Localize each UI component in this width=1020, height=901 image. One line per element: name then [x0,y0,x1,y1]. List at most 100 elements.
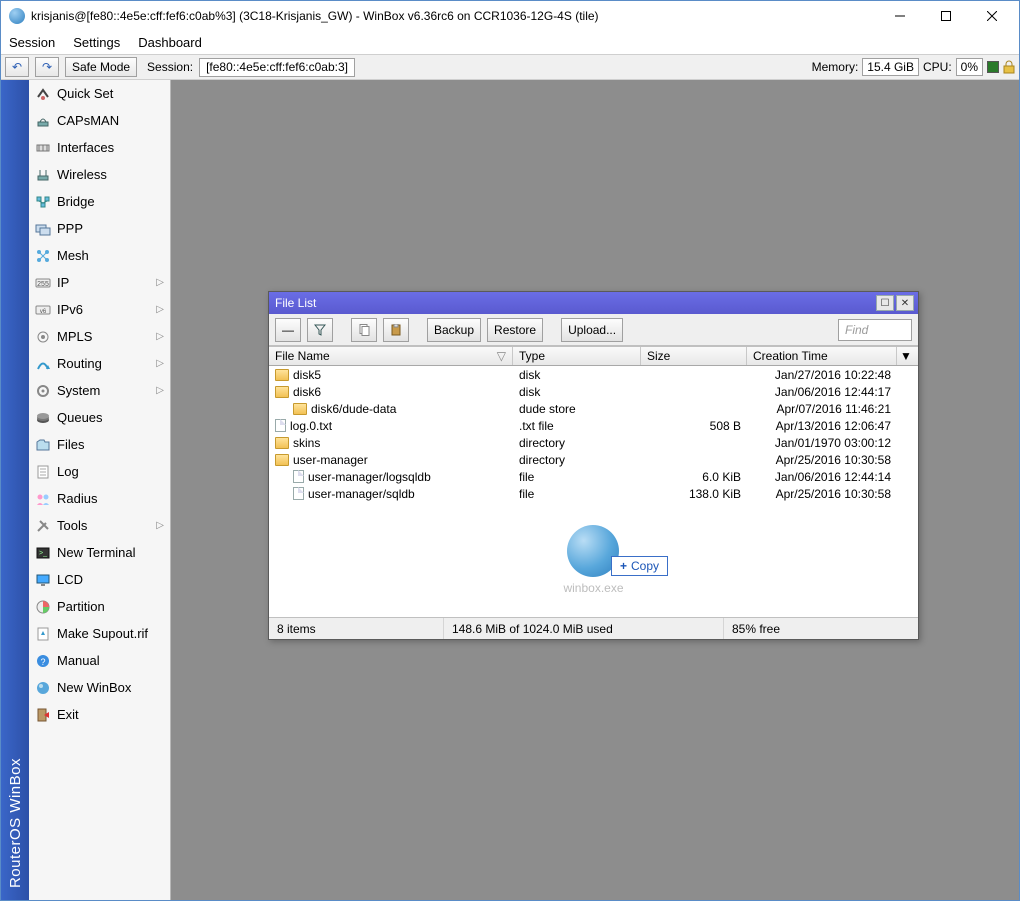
file-list-close-button[interactable]: ✕ [896,295,914,311]
left-rail: RouterOS WinBox [1,80,29,900]
sidebar-item-new-winbox[interactable]: New WinBox [29,674,170,701]
upload-button[interactable]: Upload... [561,318,623,342]
status-items: 8 items [269,618,444,639]
manual-icon: ? [35,653,51,669]
file-icon [293,487,304,500]
file-type: file [513,487,641,501]
minimize-button[interactable] [877,1,923,31]
sidebar-item-log[interactable]: Log [29,458,170,485]
menu-dashboard[interactable]: Dashboard [138,35,202,50]
sidebar-item-mesh[interactable]: Mesh [29,242,170,269]
sidebar-item-tools[interactable]: Tools▷ [29,512,170,539]
paste-button[interactable] [383,318,409,342]
sidebar-item-label: Tools [57,518,87,533]
terminal-icon: >_ [35,545,51,561]
sidebar-item-mpls[interactable]: MPLS▷ [29,323,170,350]
file-list-statusbar: 8 items 148.6 MiB of 1024.0 MiB used 85%… [269,617,918,639]
session-label: Session: [147,60,193,74]
col-size[interactable]: Size [641,347,747,365]
file-name: user-manager/sqldb [308,487,415,501]
file-icon [275,419,286,432]
file-list-window: File List ☐ ✕ — Backup Restore Upload...… [268,291,919,640]
drop-area[interactable]: winbox.exe +Copy [269,502,918,617]
sidebar-item-wireless[interactable]: Wireless [29,161,170,188]
folder-icon [275,369,289,381]
file-row[interactable]: disk6diskJan/06/2016 12:44:17 [269,383,918,400]
sidebar-item-label: Make Supout.rif [57,626,148,641]
lcd-icon [35,572,51,588]
close-button[interactable] [969,1,1015,31]
folder-icon [275,454,289,466]
menu-settings[interactable]: Settings [73,35,120,50]
system-icon [35,383,51,399]
find-input[interactable]: Find [838,319,912,341]
sidebar-item-system[interactable]: System▷ [29,377,170,404]
radius-icon [35,491,51,507]
sidebar-item-label: MPLS [57,329,92,344]
sidebar-item-label: Quick Set [57,86,113,101]
file-row[interactable]: disk5diskJan/27/2016 10:22:48 [269,366,918,383]
restore-button[interactable]: Restore [487,318,543,342]
col-time[interactable]: Creation Time [747,347,897,365]
sidebar-item-ppp[interactable]: PPP [29,215,170,242]
safe-mode-button[interactable]: Safe Mode [65,57,137,77]
file-row[interactable]: user-managerdirectoryApr/25/2016 10:30:5… [269,451,918,468]
sidebar-item-label: IPv6 [57,302,83,317]
file-type: .txt file [513,419,641,433]
winbox-icon [35,680,51,696]
sidebar-item-make-supout-rif[interactable]: Make Supout.rif [29,620,170,647]
sidebar-item-label: Exit [57,707,79,722]
svg-text:?: ? [40,657,45,667]
sidebar-item-radius[interactable]: Radius [29,485,170,512]
menu-session[interactable]: Session [9,35,55,50]
tools-icon [35,518,51,534]
col-filename[interactable]: File Name▽ [269,347,513,365]
file-time: Apr/07/2016 11:46:21 [747,402,897,416]
sidebar-item-ip[interactable]: 255IP▷ [29,269,170,296]
file-name: disk6 [293,385,321,399]
toolbar: ↶ ↷ Safe Mode Session: [fe80::4e5e:cff:f… [1,54,1019,80]
drop-filename: winbox.exe [563,581,623,595]
sidebar-item-lcd[interactable]: LCD [29,566,170,593]
sidebar-item-bridge[interactable]: Bridge [29,188,170,215]
redo-button[interactable]: ↷ [35,57,59,77]
file-name: user-manager/logsqldb [308,470,431,484]
sidebar-item-label: IP [57,275,69,290]
file-size: 6.0 KiB [641,470,747,484]
file-list-maximize-button[interactable]: ☐ [876,295,894,311]
file-type: directory [513,436,641,450]
file-list-titlebar[interactable]: File List ☐ ✕ [269,292,918,314]
file-row[interactable]: disk6/dude-datadude storeApr/07/2016 11:… [269,400,918,417]
file-name: disk5 [293,368,321,382]
mesh-icon [35,248,51,264]
sidebar-item-queues[interactable]: Queues [29,404,170,431]
sidebar-item-quick-set[interactable]: Quick Set [29,80,170,107]
status-used: 148.6 MiB of 1024.0 MiB used [444,618,724,639]
sidebar-item-capsman[interactable]: CAPsMAN [29,107,170,134]
file-row[interactable]: user-manager/sqldbfile138.0 KiBApr/25/20… [269,485,918,502]
file-row[interactable]: user-manager/logsqldbfile6.0 KiBJan/06/2… [269,468,918,485]
file-row[interactable]: log.0.txt.txt file508 BApr/13/2016 12:06… [269,417,918,434]
window-title: krisjanis@[fe80::4e5e:cff:fef6:c0ab%3] (… [31,9,877,23]
sidebar-item-partition[interactable]: Partition [29,593,170,620]
sidebar-item-ipv6[interactable]: v6IPv6▷ [29,296,170,323]
copy-button[interactable] [351,318,377,342]
file-row[interactable]: skinsdirectoryJan/01/1970 03:00:12 [269,434,918,451]
col-menu-button[interactable]: ▼ [897,347,915,365]
backup-button[interactable]: Backup [427,318,481,342]
sidebar-item-manual[interactable]: ?Manual [29,647,170,674]
sidebar-item-exit[interactable]: Exit [29,701,170,728]
supout-icon [35,626,51,642]
maximize-button[interactable] [923,1,969,31]
col-type[interactable]: Type [513,347,641,365]
file-size: 138.0 KiB [641,487,747,501]
submenu-indicator-icon: ▷ [156,304,164,315]
sidebar-item-interfaces[interactable]: Interfaces [29,134,170,161]
undo-button[interactable]: ↶ [5,57,29,77]
remove-button[interactable]: — [275,318,301,342]
sidebar-item-routing[interactable]: Routing▷ [29,350,170,377]
sidebar-item-new-terminal[interactable]: >_New Terminal [29,539,170,566]
filter-button[interactable] [307,318,333,342]
ip-icon: 255 [35,275,51,291]
sidebar-item-files[interactable]: Files [29,431,170,458]
